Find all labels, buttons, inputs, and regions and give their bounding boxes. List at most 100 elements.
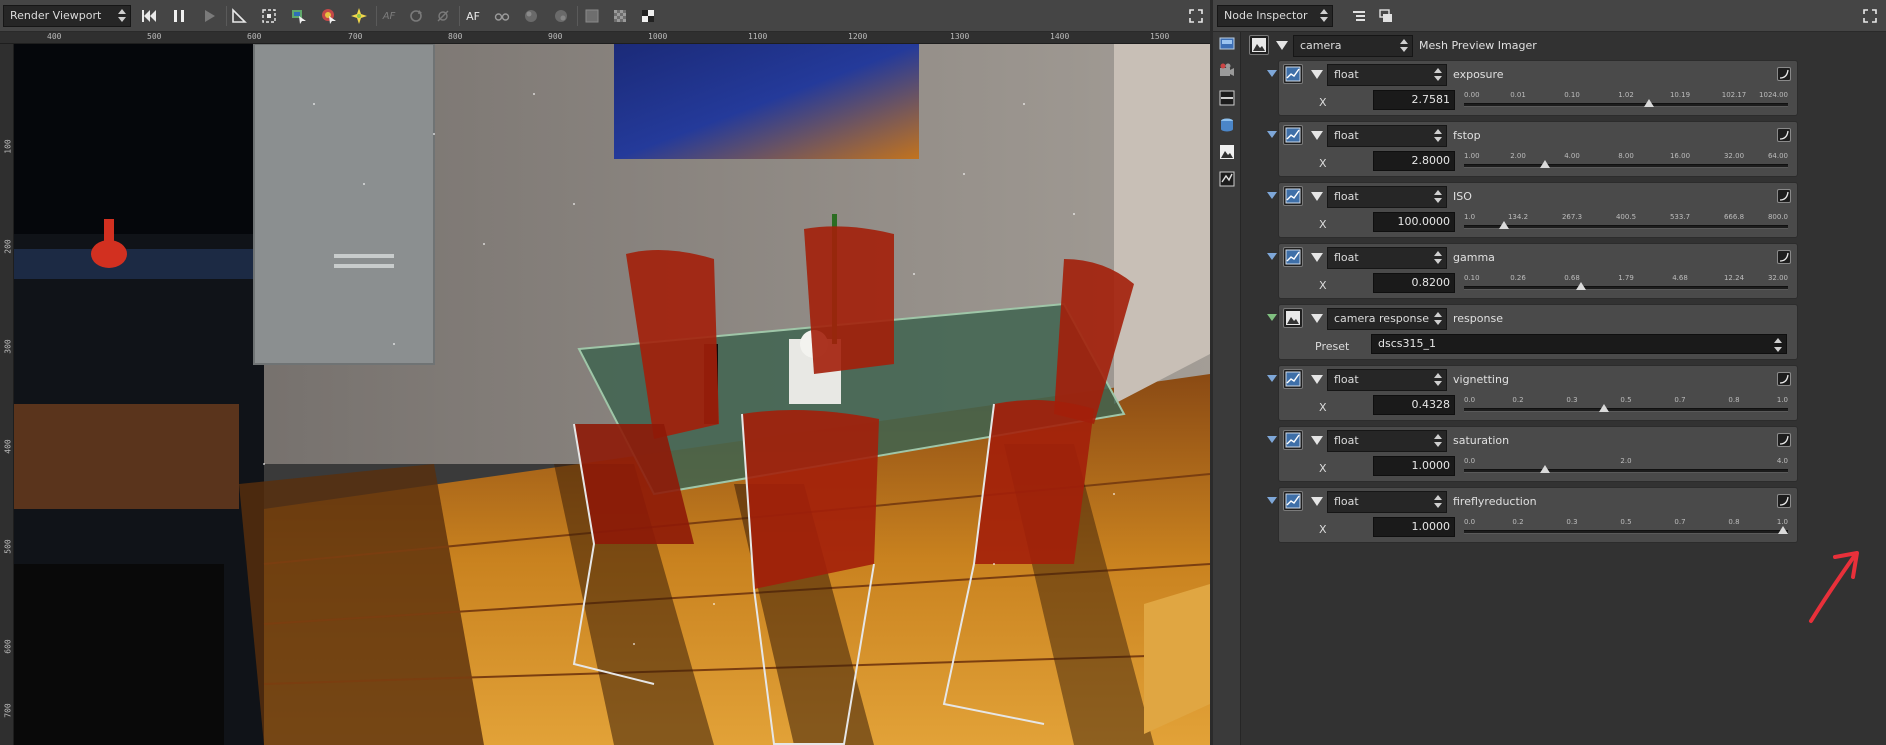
node-type-select[interactable]: float: [1327, 369, 1447, 391]
node-type-select[interactable]: float: [1327, 247, 1447, 269]
curve-toggle-button[interactable]: [1777, 189, 1791, 203]
background-checker-button[interactable]: [609, 5, 631, 27]
value-slider[interactable]: 1.0 134.2 267.3 400.5 533.7 666.8 800.0: [1464, 209, 1788, 235]
value-input[interactable]: 2.7581: [1373, 90, 1455, 110]
node-type-select[interactable]: float: [1327, 491, 1447, 513]
slider-thumb[interactable]: [1575, 282, 1586, 290]
clipping-button[interactable]: [432, 5, 454, 27]
viewport-panel-select[interactable]: Render Viewport: [3, 5, 131, 27]
collapse-triangle-icon[interactable]: [1311, 192, 1323, 201]
camera-node-type-select[interactable]: camera: [1293, 35, 1413, 57]
slider-thumb[interactable]: [1499, 221, 1510, 229]
restart-render-button[interactable]: [138, 5, 160, 27]
fit-view-button[interactable]: [258, 5, 280, 27]
pin-connector-icon[interactable]: [1267, 192, 1277, 199]
float-node-icon[interactable]: [1283, 491, 1303, 511]
curve-toggle-button[interactable]: [1777, 433, 1791, 447]
pin-connector-icon[interactable]: [1267, 131, 1277, 138]
picking-button[interactable]: [288, 5, 310, 27]
value-slider[interactable]: 0.00 0.01 0.10 1.02 10.19 102.17 1024.00: [1464, 87, 1788, 113]
pin-group-saturation: float saturation X 1.0000 0.0 2.0 4.0: [1278, 426, 1798, 482]
collapse-triangle-icon[interactable]: [1311, 131, 1323, 140]
pause-render-button[interactable]: [168, 5, 190, 27]
value-input[interactable]: 2.8000: [1373, 151, 1455, 171]
curve-toggle-button[interactable]: [1777, 250, 1791, 264]
value-slider[interactable]: 0.0 2.0 4.0: [1464, 453, 1788, 479]
slider-thumb[interactable]: [1599, 404, 1610, 412]
node-type-select[interactable]: float: [1327, 430, 1447, 452]
expand-all-button[interactable]: [1375, 5, 1397, 27]
float-node-icon[interactable]: [1283, 186, 1303, 206]
pin-connector-icon[interactable]: [1267, 314, 1277, 321]
region-render-button[interactable]: [228, 5, 250, 27]
pin-connector-icon[interactable]: [1267, 253, 1277, 260]
pin-connector-icon[interactable]: [1267, 436, 1277, 443]
float-node-icon[interactable]: [1283, 369, 1303, 389]
value-input[interactable]: 1.0000: [1373, 517, 1455, 537]
sphere-a-button[interactable]: [520, 5, 542, 27]
render-canvas[interactable]: [14, 44, 1210, 745]
pin-connector-icon[interactable]: [1267, 70, 1277, 77]
pin-connector-icon[interactable]: [1267, 375, 1277, 382]
value-input[interactable]: 0.4328: [1373, 395, 1455, 415]
value-input[interactable]: 100.0000: [1373, 212, 1455, 232]
collapse-triangle-icon[interactable]: [1311, 314, 1323, 323]
play-icon: [205, 10, 215, 22]
maximize-inspector-button[interactable]: [1859, 5, 1881, 27]
square-icon: [585, 9, 599, 23]
sidebar-item-render-target[interactable]: [1218, 35, 1236, 53]
sidebar-item-camera[interactable]: [1218, 62, 1236, 80]
node-type-value: float: [1334, 68, 1359, 81]
start-render-button[interactable]: [198, 5, 220, 27]
sphere-b-button[interactable]: [550, 5, 572, 27]
autofocus-picker-button[interactable]: AF: [378, 5, 400, 27]
curve-toggle-button[interactable]: [1777, 372, 1791, 386]
white-point-button[interactable]: [405, 5, 427, 27]
value-input[interactable]: 0.8200: [1373, 273, 1455, 293]
node-type-select[interactable]: camera response: [1327, 308, 1447, 330]
node-type-select[interactable]: float: [1327, 125, 1447, 147]
autofocus-button[interactable]: AF: [462, 5, 484, 27]
light-picker-button[interactable]: [348, 5, 370, 27]
float-node-icon[interactable]: [1283, 247, 1303, 267]
float-node-icon[interactable]: [1283, 125, 1303, 145]
sidebar-item-kernel[interactable]: [1218, 170, 1236, 188]
slider-thumb[interactable]: [1643, 99, 1654, 107]
node-type-select[interactable]: float: [1327, 64, 1447, 86]
node-type-select[interactable]: float: [1327, 186, 1447, 208]
slider-tick-label: 102.17: [1721, 91, 1747, 99]
value-slider[interactable]: 0.0 0.2 0.3 0.5 0.7 0.8 1.0: [1464, 392, 1788, 418]
value-slider[interactable]: 0.10 0.26 0.68 1.79 4.68 12.24 32.00: [1464, 270, 1788, 296]
lock-viewport-button[interactable]: [491, 5, 513, 27]
background-grey-button[interactable]: [581, 5, 603, 27]
value-input[interactable]: 1.0000: [1373, 456, 1455, 476]
camera-response-node-icon[interactable]: [1283, 308, 1303, 328]
slider-thumb[interactable]: [1540, 465, 1550, 473]
sidebar-item-environment[interactable]: [1218, 89, 1236, 107]
slider-thumb[interactable]: [1540, 160, 1550, 168]
float-node-icon[interactable]: [1283, 430, 1303, 450]
imager-node-icon[interactable]: [1249, 35, 1269, 55]
slider-tick-label: 4.0: [1776, 457, 1788, 465]
curve-toggle-button[interactable]: [1777, 494, 1791, 508]
value-slider[interactable]: 0.0 0.2 0.3 0.5 0.7 0.8 1.0: [1464, 514, 1788, 540]
background-contrast-button[interactable]: [637, 5, 659, 27]
collapse-triangle-icon[interactable]: [1311, 253, 1323, 262]
float-node-icon[interactable]: [1283, 64, 1303, 84]
pin-connector-icon[interactable]: [1267, 497, 1277, 504]
sidebar-item-geometry[interactable]: [1218, 116, 1236, 134]
collapse-triangle-icon[interactable]: [1311, 436, 1323, 445]
material-picker-button[interactable]: [318, 5, 340, 27]
inspector-panel-select[interactable]: Node Inspector: [1217, 5, 1333, 27]
collapse-all-button[interactable]: [1348, 5, 1370, 27]
curve-toggle-button[interactable]: [1777, 128, 1791, 142]
preset-select[interactable]: dscs315_1: [1371, 334, 1787, 354]
collapse-triangle-icon[interactable]: [1311, 497, 1323, 506]
slider-thumb[interactable]: [1778, 526, 1788, 534]
value-slider[interactable]: 1.00 2.00 4.00 8.00 16.00 32.00 64.00: [1464, 148, 1788, 174]
collapse-triangle-icon[interactable]: [1311, 70, 1323, 79]
curve-toggle-button[interactable]: [1777, 67, 1791, 81]
sidebar-item-imager[interactable]: [1218, 143, 1236, 161]
maximize-viewport-button[interactable]: [1185, 5, 1207, 27]
collapse-triangle-icon[interactable]: [1311, 375, 1323, 384]
